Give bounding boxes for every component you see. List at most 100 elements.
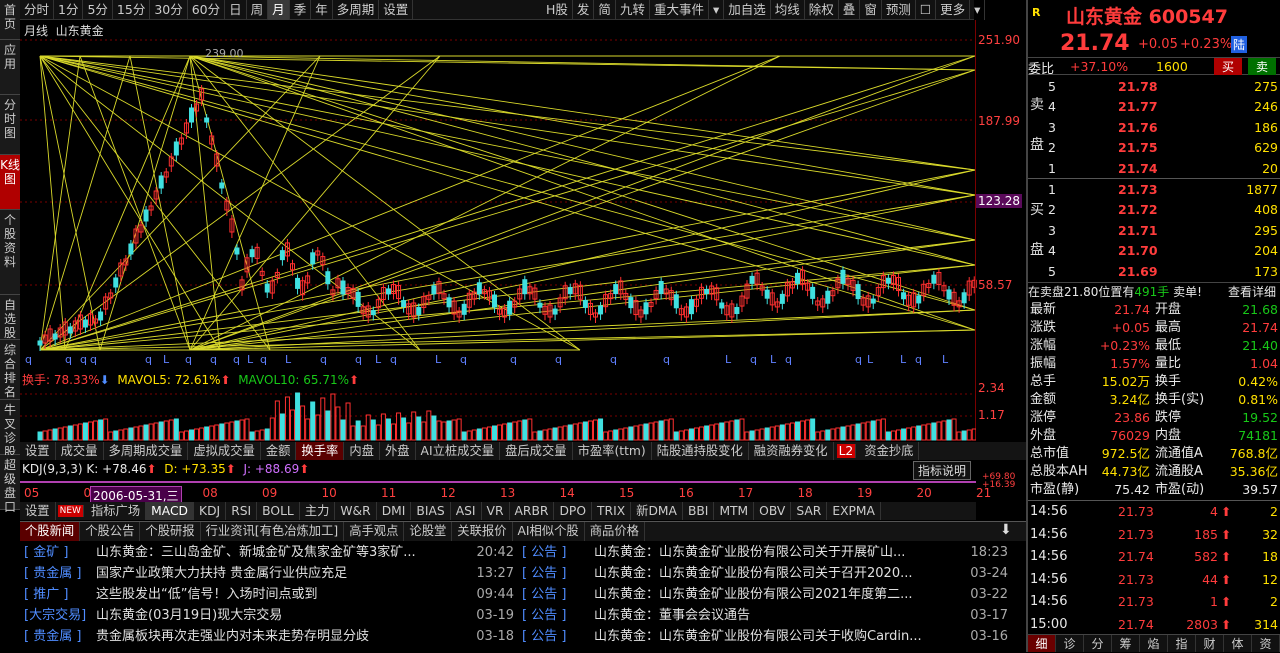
bottom-tab-0[interactable]: 细 bbox=[1028, 635, 1056, 652]
vol-tab-8[interactable]: AI立桩成交量 bbox=[416, 442, 501, 460]
ind-tab-17[interactable]: BBI bbox=[683, 502, 715, 520]
bottom-tab-8[interactable]: 资 bbox=[1252, 635, 1280, 652]
news-item[interactable]: [ 公告 ] 山东黄金：山东黄金矿业股份有限公司关于召开2020... 03-24 bbox=[522, 563, 1012, 584]
toolbar-5[interactable]: 60分 bbox=[188, 0, 226, 20]
toolbar-4[interactable]: 30分 bbox=[150, 0, 188, 20]
turnover-chart[interactable] bbox=[20, 370, 976, 442]
toolbar-9[interactable]: 季 bbox=[290, 0, 312, 20]
news-item[interactable]: [ 金矿 ] 山东黄金：三山岛金矿、新城金矿及焦家金矿等3家矿... 20:42 bbox=[24, 542, 518, 563]
news-item[interactable]: [ 贵金属 ] 贵金属板块再次走强业内对未来走势存明显分歧 03-18 bbox=[24, 626, 518, 647]
toolbar-right-4[interactable]: 重大事件 bbox=[650, 0, 709, 20]
news-tab-8[interactable]: 商品价格 bbox=[585, 522, 645, 541]
toolbar-0[interactable]: 分时 bbox=[20, 0, 55, 20]
news-tab-7[interactable]: AI相似个股 bbox=[513, 522, 585, 541]
indicator-explain-button[interactable]: 指标说明 bbox=[913, 461, 972, 480]
vol-tab-2[interactable]: 多周期成交量 bbox=[104, 442, 189, 460]
news-tab-2[interactable]: 个股研报 bbox=[140, 522, 201, 541]
bottom-tab-3[interactable]: 筹 bbox=[1112, 635, 1140, 652]
view-detail-link[interactable]: 查看详细 bbox=[1228, 283, 1276, 300]
vol-tab-6[interactable]: 内盘 bbox=[344, 442, 380, 460]
toolbar-right-6[interactable]: 加自选 bbox=[724, 0, 771, 20]
left-tab-7[interactable]: 牛叉诊股 bbox=[0, 400, 20, 459]
toolbar-6[interactable]: 日 bbox=[225, 0, 247, 20]
ind-tab-16[interactable]: 新DMA bbox=[631, 502, 683, 520]
ind-tab-5[interactable]: RSI bbox=[226, 502, 258, 520]
bottom-tab-2[interactable]: 分 bbox=[1084, 635, 1112, 652]
ind-tab-18[interactable]: MTM bbox=[714, 502, 755, 520]
toolbar-2[interactable]: 5分 bbox=[83, 0, 113, 20]
toolbar-right-3[interactable]: 九转 bbox=[616, 0, 650, 20]
bottom-tab-1[interactable]: 诊 bbox=[1056, 635, 1084, 652]
news-title[interactable]: 贵金属板块再次走强业内对未来走势存明显分歧 bbox=[96, 629, 369, 644]
ind-tab-19[interactable]: OBV bbox=[754, 502, 792, 520]
news-title[interactable]: 山东黄金：山东黄金矿业股份有限公司关于收购Cardin... bbox=[594, 629, 922, 644]
vol-tab-7[interactable]: 外盘 bbox=[380, 442, 416, 460]
ind-tab-0[interactable]: 设置 bbox=[20, 502, 56, 520]
kline-chart[interactable]: qqqqqLqqqLqLqqLqLqqqqqLqLqqLLqL bbox=[20, 20, 1026, 370]
news-title[interactable]: 山东黄金(03月19日)现大宗交易 bbox=[96, 608, 282, 623]
left-tab-8[interactable]: 超级盘口 bbox=[0, 455, 20, 514]
news-tab-4[interactable]: 高手观点 bbox=[344, 522, 405, 541]
news-tab-6[interactable]: 关联报价 bbox=[452, 522, 513, 541]
toolbar-right-5[interactable]: ▾ bbox=[709, 0, 725, 20]
left-tab-4[interactable]: 个股资料 bbox=[0, 210, 20, 295]
left-tab-0[interactable]: 首页 bbox=[0, 0, 20, 40]
toolbar-right-14[interactable]: ▾ bbox=[970, 0, 986, 20]
toolbar-right-7[interactable]: 均线 bbox=[771, 0, 805, 20]
toolbar-right-11[interactable]: 预测 bbox=[882, 0, 916, 20]
sell-button[interactable]: 卖 bbox=[1248, 58, 1277, 75]
toolbar-right-9[interactable]: 叠 bbox=[839, 0, 861, 20]
news-item[interactable]: [ 公告 ] 山东黄金：山东黄金矿业股份有限公司关于收购Cardin... 03-1… bbox=[522, 626, 1012, 647]
vol-tab-1[interactable]: 成交量 bbox=[56, 442, 104, 460]
ind-tab-4[interactable]: KDJ bbox=[194, 502, 227, 520]
toolbar-12[interactable]: 设置 bbox=[379, 0, 414, 20]
ind-tab-6[interactable]: BOLL bbox=[257, 502, 300, 520]
ind-tab-12[interactable]: VR bbox=[482, 502, 510, 520]
news-item[interactable]: [ 推广 ] 这些股发出“低”信号！入场时间点或到 09:44 bbox=[24, 584, 518, 605]
download-icon[interactable]: ⬇ bbox=[1000, 522, 1012, 538]
toolbar-right-10[interactable]: 窗 bbox=[860, 0, 882, 20]
ind-tab-15[interactable]: TRIX bbox=[592, 502, 632, 520]
news-item[interactable]: [ 公告 ] 山东黄金：山东黄金矿业股份有限公司2021年度第二... 03-22 bbox=[522, 584, 1012, 605]
bottom-tab-5[interactable]: 指 bbox=[1168, 635, 1196, 652]
news-title[interactable]: 山东黄金：董事会会议通告 bbox=[594, 608, 750, 623]
ind-tab-9[interactable]: DMI bbox=[377, 502, 412, 520]
ind-tab-13[interactable]: ARBR bbox=[510, 502, 555, 520]
vol-tab-4[interactable]: 金额 bbox=[261, 442, 297, 460]
ind-tab-21[interactable]: EXPMA bbox=[827, 502, 881, 520]
ind-tab-2[interactable]: 指标广场 bbox=[86, 502, 147, 520]
toolbar-3[interactable]: 15分 bbox=[113, 0, 151, 20]
news-tab-5[interactable]: 论股堂 bbox=[404, 522, 453, 541]
toolbar-7[interactable]: 周 bbox=[247, 0, 269, 20]
left-tab-5[interactable]: 自选股 bbox=[0, 295, 20, 340]
toolbar-right-2[interactable]: 简 bbox=[594, 0, 616, 20]
toolbar-right-1[interactable]: 发 bbox=[573, 0, 595, 20]
news-item[interactable]: [ 公告 ] 山东黄金：董事会会议通告 03-17 bbox=[522, 605, 1012, 626]
ind-tab-20[interactable]: SAR bbox=[791, 502, 828, 520]
vol-tab-9[interactable]: 盘后成交量 bbox=[500, 442, 573, 460]
vol-tab-0[interactable]: 设置 bbox=[20, 442, 56, 460]
news-item[interactable]: [大宗交易] 山东黄金(03月19日)现大宗交易 03-19 bbox=[24, 605, 518, 626]
buy-button[interactable]: 买 bbox=[1214, 58, 1243, 75]
ind-tab-11[interactable]: ASI bbox=[451, 502, 482, 520]
vol-tab-11[interactable]: 陆股通持股变化 bbox=[652, 442, 749, 460]
ind-tab-14[interactable]: DPO bbox=[554, 502, 593, 520]
news-item[interactable]: [ 公告 ] 山东黄金：山东黄金矿业股份有限公司关于开展矿山... 18:23 bbox=[522, 542, 1012, 563]
ind-tab-8[interactable]: W&R bbox=[335, 502, 377, 520]
toolbar-right-13[interactable]: 更多 bbox=[936, 0, 971, 20]
ind-tab-10[interactable]: BIAS bbox=[411, 502, 451, 520]
toolbar-1[interactable]: 1分 bbox=[54, 0, 84, 20]
vol-tab-12[interactable]: 融资融券变化 bbox=[749, 442, 834, 460]
bottom-tab-7[interactable]: 体 bbox=[1224, 635, 1252, 652]
vol-tab-5[interactable]: 换手率 bbox=[296, 442, 345, 460]
ind-tab-3[interactable]: MACD bbox=[146, 502, 195, 520]
news-title[interactable]: 国家产业政策大力扶持 贵金属行业供应充足 bbox=[96, 566, 347, 581]
vol-tab-10[interactable]: 市盈率(ttm) bbox=[573, 442, 652, 460]
vol-tab-3[interactable]: 虚拟成交量 bbox=[188, 442, 261, 460]
news-tab-3[interactable]: 行业资讯[有色冶炼加工] bbox=[201, 522, 345, 541]
vol-tab-13[interactable]: 资金抄底 bbox=[859, 442, 920, 460]
news-tab-1[interactable]: 个股公告 bbox=[80, 522, 141, 541]
news-item[interactable]: [ 贵金属 ] 国家产业政策大力扶持 贵金属行业供应充足 13:27 bbox=[24, 563, 518, 584]
toolbar-10[interactable]: 年 bbox=[311, 0, 333, 20]
bottom-tab-4[interactable]: 焰 bbox=[1140, 635, 1168, 652]
